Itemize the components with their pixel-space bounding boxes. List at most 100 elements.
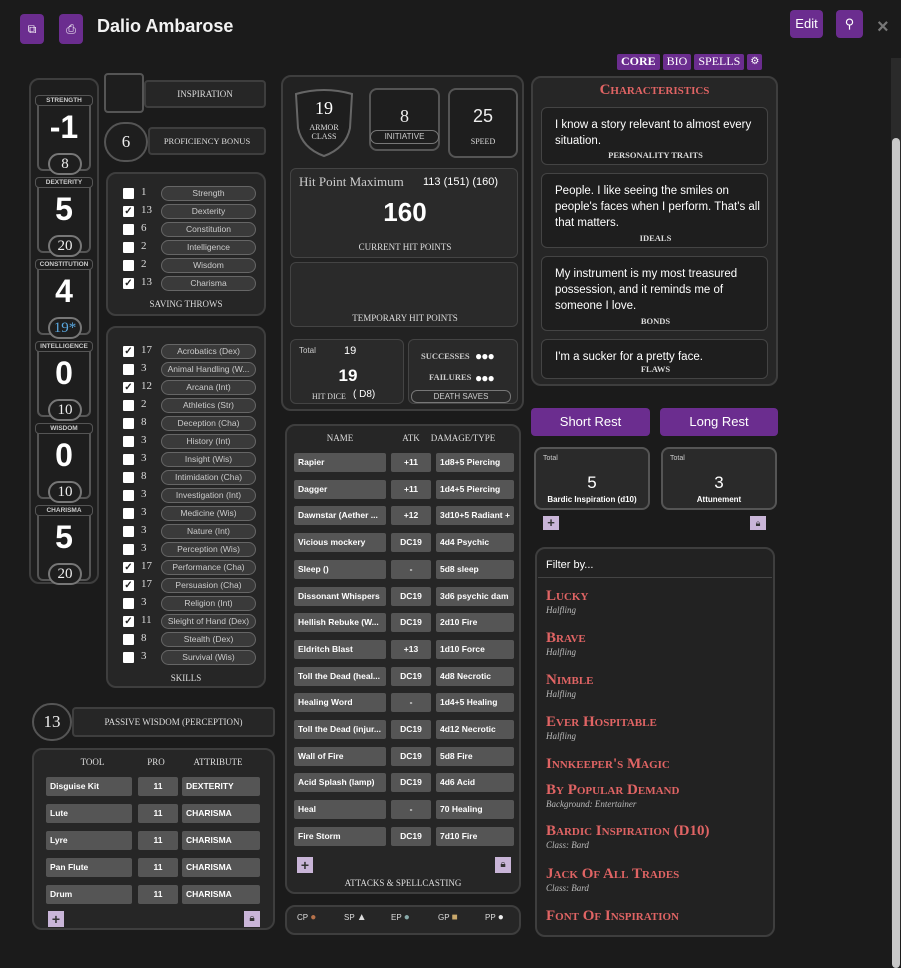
attack-damage[interactable]: 1d8+5 Piercing [436, 453, 514, 472]
skill-name[interactable]: Insight (Wis) [161, 452, 256, 467]
coin-ep[interactable]: EP ● [391, 912, 410, 923]
proficiency-checkbox[interactable]: ✓ [123, 278, 134, 289]
features-filter[interactable]: Filter by... [546, 559, 593, 571]
attack-name[interactable]: Healing Word [294, 693, 386, 713]
saving-throw-name[interactable]: Dexterity [161, 204, 256, 219]
skill-name[interactable]: Sleight of Hand (Dex) [161, 614, 256, 629]
ability-charisma[interactable]: CHARISMA 5 20 [35, 505, 93, 585]
attack-damage[interactable]: 4d8 Necrotic [436, 666, 514, 686]
attack-name[interactable]: Toll the Dead (heal... [294, 666, 386, 686]
attack-damage[interactable]: 4d12 Necrotic [436, 720, 514, 739]
characteristic-ideals[interactable]: People. I like seeing the smiles on peop… [541, 173, 768, 248]
attack-bonus[interactable]: DC19 [391, 826, 431, 846]
attack-damage[interactable]: 2d10 Fire [436, 613, 514, 633]
temp-hp-box[interactable]: TEMPORARY HIT POINTS [290, 262, 518, 327]
attack-bonus[interactable]: +13 [391, 639, 431, 659]
ability-strength[interactable]: STRENGTH -1 8 [35, 95, 93, 175]
characteristic-flaws[interactable]: I'm a sucker for a pretty face. FLAWS [541, 339, 768, 379]
coin-cp[interactable]: CP ● [297, 912, 316, 923]
tool-attribute[interactable]: CHARISMA [182, 831, 260, 850]
resource-box[interactable]: Total 3 Attunement [661, 447, 777, 510]
attack-damage[interactable]: 1d10 Force [436, 639, 514, 659]
saving-throw-name[interactable]: Charisma [161, 276, 256, 291]
skill-name[interactable]: Persuasion (Cha) [161, 578, 256, 593]
proficiency-checkbox[interactable] [123, 490, 134, 501]
attack-damage[interactable]: 3d10+5 Radiant + [436, 506, 514, 526]
proficiency-checkbox[interactable] [123, 508, 134, 519]
attack-name[interactable]: Hellish Rebuke (W... [294, 613, 386, 633]
add-tool-button[interactable]: + [48, 911, 64, 927]
tool-name[interactable]: Drum [46, 885, 132, 904]
saving-throw-name[interactable]: Strength [161, 186, 256, 201]
proficiency-checkbox[interactable] [123, 652, 134, 663]
tool-name[interactable]: Lute [46, 804, 132, 823]
tool-name[interactable]: Pan Flute [46, 858, 132, 877]
feature-item[interactable]: Brave Halfling [546, 630, 766, 657]
tool-attribute[interactable]: CHARISMA [182, 885, 260, 904]
attack-bonus[interactable]: DC19 [391, 773, 431, 793]
edit-button[interactable]: Edit [790, 10, 823, 38]
characteristic-bonds[interactable]: My instrument is my most treasured posse… [541, 256, 768, 331]
proficiency-checkbox[interactable] [123, 260, 134, 271]
skill-name[interactable]: Medicine (Wis) [161, 506, 256, 521]
proficiency-checkbox[interactable] [123, 242, 134, 253]
tool-attribute[interactable]: CHARISMA [182, 858, 260, 877]
proficiency-checkbox[interactable] [123, 188, 134, 199]
proficiency-checkbox[interactable] [123, 544, 134, 555]
attack-bonus[interactable]: +11 [391, 453, 431, 472]
ability-dexterity[interactable]: DEXTERITY 5 20 [35, 177, 93, 257]
attack-damage[interactable]: 4d6 Acid [436, 773, 514, 793]
saving-throw-name[interactable]: Wisdom [161, 258, 256, 273]
short-rest-button[interactable]: Short Rest [531, 408, 650, 436]
attack-name[interactable]: Wall of Fire [294, 746, 386, 766]
close-icon[interactable]: × [877, 16, 889, 39]
tool-attribute[interactable]: DEXTERITY [182, 777, 260, 796]
lock-icon[interactable]: 🔒︎ [495, 857, 511, 873]
attack-name[interactable]: Dagger [294, 479, 386, 499]
attack-damage[interactable]: 1d4+5 Healing [436, 693, 514, 713]
saving-throw-name[interactable]: Intelligence [161, 240, 256, 255]
proficiency-checkbox[interactable]: ✓ [123, 616, 134, 627]
attack-bonus[interactable]: DC19 [391, 613, 431, 633]
tab-core[interactable]: CORE [617, 54, 660, 70]
ability-intelligence[interactable]: INTELLIGENCE 0 10 [35, 341, 93, 421]
tool-pro[interactable]: 11 [138, 777, 178, 796]
attack-bonus[interactable]: - [391, 800, 431, 820]
skill-name[interactable]: Intimidation (Cha) [161, 470, 256, 485]
settings-icon[interactable]: ⚙ [747, 54, 763, 70]
proficiency-checkbox[interactable] [123, 400, 134, 411]
proficiency-checkbox[interactable] [123, 472, 134, 483]
skill-name[interactable]: Animal Handling (W... [161, 362, 256, 377]
inspiration-checkbox[interactable] [104, 73, 144, 113]
skill-name[interactable]: Stealth (Dex) [161, 632, 256, 647]
add-resource-button[interactable]: + [543, 516, 559, 530]
attack-damage[interactable]: 3d6 psychic dam [436, 586, 514, 606]
tab-bio[interactable]: BIO [662, 54, 692, 70]
attack-name[interactable]: Acid Splash (lamp) [294, 773, 386, 793]
attack-bonus[interactable]: DC19 [391, 666, 431, 686]
attack-name[interactable]: Heal [294, 800, 386, 820]
attack-bonus[interactable]: DC19 [391, 720, 431, 739]
skill-name[interactable]: Religion (Int) [161, 596, 256, 611]
feature-item[interactable]: By Popular Demand Background: Entertaine… [546, 782, 766, 809]
characteristic-personality-traits[interactable]: I know a story relevant to almost every … [541, 107, 768, 165]
attack-bonus[interactable]: +11 [391, 479, 431, 499]
feature-item[interactable]: Jack Of All Trades Class: Bard [546, 866, 766, 893]
tool-pro[interactable]: 11 [138, 804, 178, 823]
attack-name[interactable]: Dawnstar (Aether ... [294, 506, 386, 526]
saving-throw-name[interactable]: Constitution [161, 222, 256, 237]
attack-name[interactable]: Toll the Dead (injur... [294, 720, 386, 739]
attack-name[interactable]: Fire Storm [294, 826, 386, 846]
scrollbar-thumb[interactable] [892, 138, 900, 968]
tab-spells[interactable]: SPELLS [694, 54, 745, 70]
search-button[interactable]: ⚲ [836, 10, 863, 38]
death-failures-circles[interactable]: ●●● [475, 371, 495, 385]
tool-name[interactable]: Disguise Kit [46, 777, 132, 796]
proficiency-checkbox[interactable] [123, 224, 134, 235]
attack-name[interactable]: Eldritch Blast [294, 639, 386, 659]
proficiency-checkbox[interactable] [123, 454, 134, 465]
long-rest-button[interactable]: Long Rest [660, 408, 778, 436]
attack-damage[interactable]: 5d8 sleep [436, 559, 514, 579]
tool-pro[interactable]: 11 [138, 858, 178, 877]
feature-item[interactable]: Nimble Halfling [546, 672, 766, 699]
